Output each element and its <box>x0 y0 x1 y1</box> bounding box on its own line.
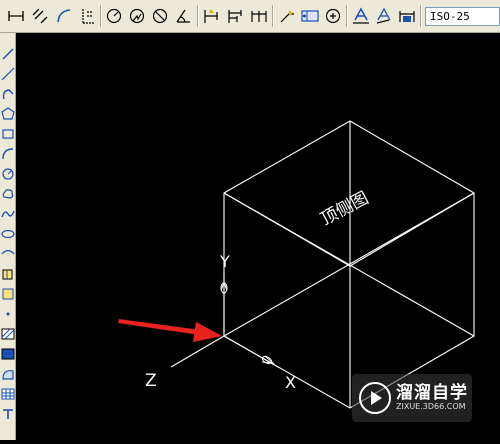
make-block-icon[interactable] <box>0 285 16 303</box>
watermark: 溜溜自学 ZIXUE.3D66.COM <box>352 374 472 422</box>
watermark-url: ZIXUE.3D66.COM <box>396 402 466 411</box>
toolbar-separator <box>346 5 348 27</box>
play-logo-icon <box>359 382 391 414</box>
construction-line-icon[interactable] <box>0 65 16 83</box>
draw-toolbar <box>0 33 16 440</box>
toolbar-separator <box>100 5 102 27</box>
ordinate-dimension-icon[interactable] <box>78 6 98 26</box>
region-icon[interactable] <box>0 365 16 383</box>
watermark-title: 溜溜自学 <box>396 383 468 403</box>
aligned-dimension-icon[interactable] <box>30 6 50 26</box>
polyline-icon[interactable] <box>0 85 16 103</box>
hatch-icon[interactable] <box>0 325 16 343</box>
line-icon[interactable] <box>0 45 16 63</box>
arc-length-icon[interactable] <box>54 6 74 26</box>
point-icon[interactable] <box>0 305 16 323</box>
toolbar-separator <box>272 5 274 27</box>
ellipse-icon[interactable] <box>0 225 16 243</box>
circle-icon[interactable] <box>0 165 16 183</box>
baseline-dimension-icon[interactable] <box>225 6 245 26</box>
spline-icon[interactable] <box>0 205 16 223</box>
dimension-update-icon[interactable] <box>397 6 417 26</box>
diameter-dimension-icon[interactable] <box>150 6 170 26</box>
center-mark-icon[interactable] <box>323 6 343 26</box>
dimension-style-dropdown[interactable]: ISO-25 <box>425 7 500 26</box>
ellipse-arc-icon[interactable] <box>0 245 16 263</box>
toolbar-separator <box>420 5 422 27</box>
radius-dimension-icon[interactable] <box>104 6 124 26</box>
ucs-x-label: X <box>285 373 296 392</box>
gradient-icon[interactable] <box>0 345 16 363</box>
jogged-dimension-icon[interactable] <box>127 6 147 26</box>
ucs-y-label: Y <box>219 252 230 271</box>
continue-dimension-icon[interactable] <box>249 6 269 26</box>
dimension-text-edit-icon[interactable] <box>374 6 394 26</box>
ucs-z-label: Z <box>145 371 157 391</box>
red-arrow <box>118 319 222 342</box>
dimension-edit-icon[interactable] <box>351 6 371 26</box>
rectangle-icon[interactable] <box>0 125 16 143</box>
tolerance-icon[interactable] <box>300 6 320 26</box>
quick-dimension-icon[interactable] <box>201 6 221 26</box>
quick-leader-icon[interactable] <box>277 6 297 26</box>
polygon-icon[interactable] <box>0 105 16 123</box>
dimension-toolbar: ISO-25 <box>0 0 500 33</box>
toolbar-separator <box>197 5 199 27</box>
multiline-text-icon[interactable] <box>0 405 16 423</box>
angular-dimension-icon[interactable] <box>173 6 193 26</box>
insert-block-icon[interactable] <box>0 265 16 283</box>
revision-cloud-icon[interactable] <box>0 185 16 203</box>
linear-dimension-icon[interactable] <box>6 6 26 26</box>
arc-icon[interactable] <box>0 145 16 163</box>
face-label: 顶侧图 <box>318 188 372 230</box>
table-icon[interactable] <box>0 385 16 403</box>
